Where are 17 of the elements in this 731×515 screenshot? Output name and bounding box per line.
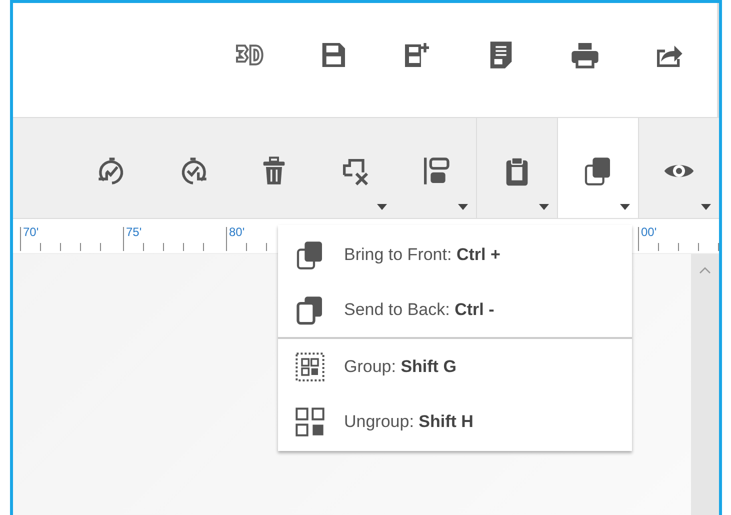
caret-icon xyxy=(539,204,549,210)
ruler-label: 80' xyxy=(229,225,245,239)
caret-icon xyxy=(458,204,468,210)
toolbar-button[interactable] xyxy=(557,118,638,218)
menu-item[interactable]: Group: Shift G xyxy=(278,339,632,394)
ungroup-icon xyxy=(294,406,326,438)
ruler-label: 75' xyxy=(126,225,142,239)
menu-item[interactable]: Bring to Front: Ctrl + xyxy=(278,227,632,282)
caret-icon xyxy=(620,204,630,210)
caret-icon xyxy=(377,204,387,210)
ruler-label: 70' xyxy=(23,225,39,239)
caret-icon xyxy=(701,204,711,210)
menu-item[interactable]: Send to Back: Ctrl - xyxy=(278,282,632,337)
group-icon xyxy=(294,350,326,382)
ruler-label: 00' xyxy=(641,225,657,239)
menu-item[interactable]: Ungroup: Shift H xyxy=(278,394,632,449)
scrollbar[interactable] xyxy=(691,254,719,515)
